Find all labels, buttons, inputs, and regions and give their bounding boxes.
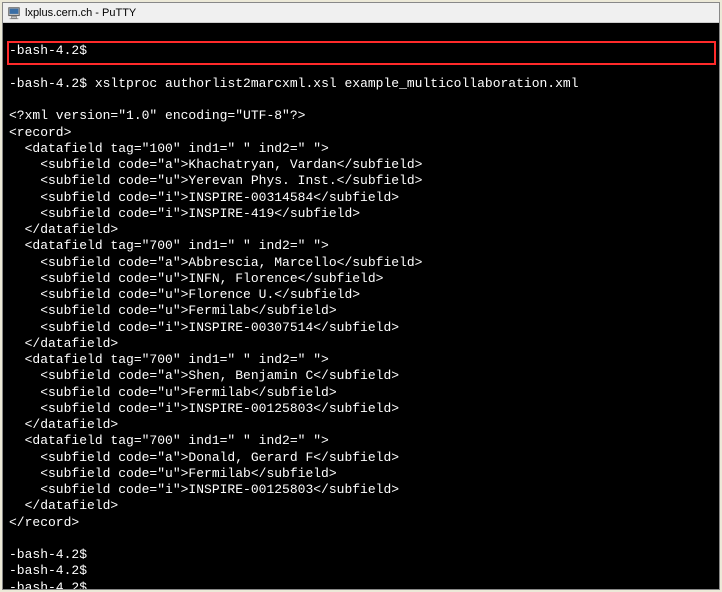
prompt-line: -bash-4.2$ [9, 43, 713, 59]
output-line: <subfield code="u">Florence U.</subfield… [9, 287, 713, 303]
window-title: lxplus.cern.ch - PuTTY [25, 7, 136, 19]
putty-window: lxplus.cern.ch - PuTTY -bash-4.2$ -bash-… [2, 2, 720, 590]
output-line: <datafield tag="700" ind1=" " ind2=" "> [9, 433, 713, 449]
output-line: <datafield tag="700" ind1=" " ind2=" "> [9, 352, 713, 368]
output-line: <datafield tag="100" ind1=" " ind2=" "> [9, 141, 713, 157]
titlebar[interactable]: lxplus.cern.ch - PuTTY [3, 3, 719, 23]
output-line: </datafield> [9, 498, 713, 514]
command-text: xsltproc authorlist2marcxml.xsl example_… [95, 76, 579, 91]
output-line: <subfield code="a">Donald, Gerard F</sub… [9, 450, 713, 466]
trailing-prompts: -bash-4.2$-bash-4.2$-bash-4.2$ [9, 547, 713, 589]
output-line: <datafield tag="700" ind1=" " ind2=" "> [9, 238, 713, 254]
output-line: <subfield code="a">Khachatryan, Vardan</… [9, 157, 713, 173]
output-line: <subfield code="i">INSPIRE-00314584</sub… [9, 190, 713, 206]
output-line: <subfield code="u">Fermilab</subfield> [9, 303, 713, 319]
output-line: <subfield code="a">Shen, Benjamin C</sub… [9, 368, 713, 384]
output-line: <subfield code="a">Abbrescia, Marcello</… [9, 255, 713, 271]
output-line: </datafield> [9, 417, 713, 433]
command-line: -bash-4.2$ xsltproc authorlist2marcxml.x… [9, 76, 713, 92]
terminal[interactable]: -bash-4.2$ -bash-4.2$ xsltproc authorlis… [3, 23, 719, 589]
output-line: <record> [9, 125, 713, 141]
output-line: <subfield code="u">Fermilab</subfield> [9, 466, 713, 482]
output-line: <subfield code="u">INFN, Florence</subfi… [9, 271, 713, 287]
output-line: <subfield code="i">INSPIRE-419</subfield… [9, 206, 713, 222]
output-line: <subfield code="i">INSPIRE-00125803</sub… [9, 482, 713, 498]
output-line: </record> [9, 515, 713, 531]
prompt-line: -bash-4.2$ [9, 547, 713, 563]
prompt-line: -bash-4.2$ [9, 563, 713, 579]
output-line: <subfield code="u">Fermilab</subfield> [9, 385, 713, 401]
output-line: <subfield code="i">INSPIRE-00307514</sub… [9, 320, 713, 336]
prompt: -bash-4.2$ [9, 43, 87, 58]
output-line: <?xml version="1.0" encoding="UTF-8"?> [9, 108, 713, 124]
output-line: </datafield> [9, 222, 713, 238]
prompt: -bash-4.2$ [9, 76, 87, 91]
command-output: <?xml version="1.0" encoding="UTF-8"?><r… [9, 108, 713, 531]
putty-icon [7, 6, 21, 20]
output-line: <subfield code="u">Yerevan Phys. Inst.</… [9, 173, 713, 189]
output-line: <subfield code="i">INSPIRE-00125803</sub… [9, 401, 713, 417]
output-line: </datafield> [9, 336, 713, 352]
prompt-line: -bash-4.2$ [9, 580, 713, 590]
